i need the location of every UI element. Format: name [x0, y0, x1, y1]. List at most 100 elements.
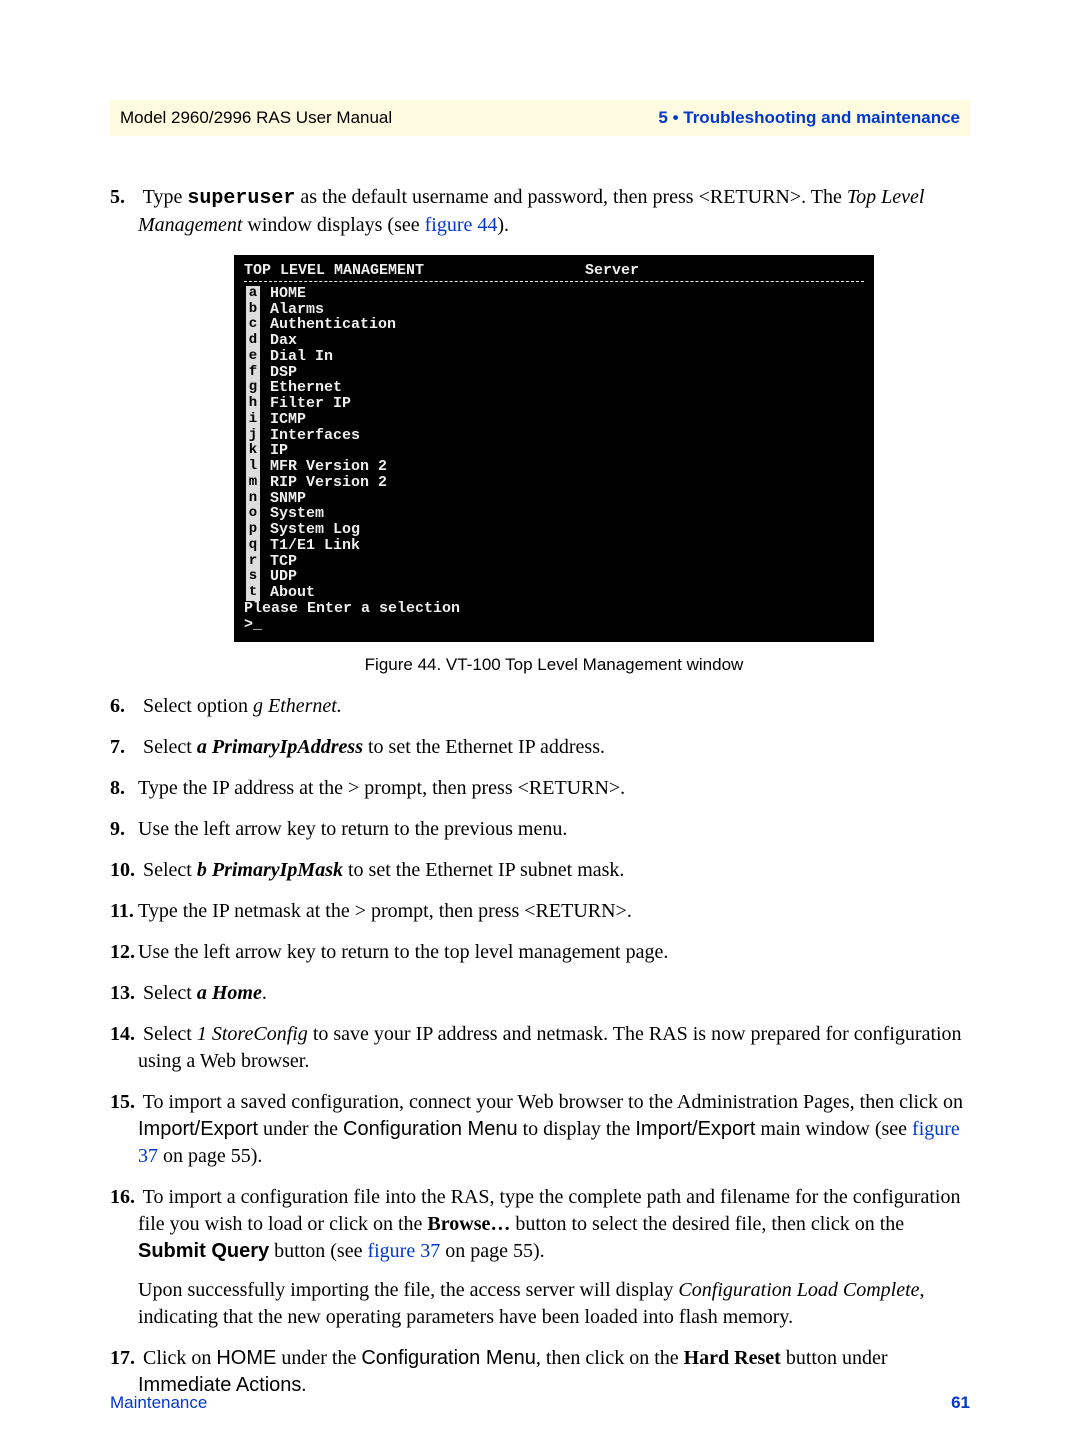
text: Select	[143, 736, 197, 758]
step-11: Type the IP netmask at the > prompt, the…	[110, 898, 970, 925]
term-menu-label: System Log	[270, 522, 360, 538]
step-14: Select 1 StoreConfig to save your IP add…	[110, 1021, 970, 1075]
text: main window (see	[755, 1118, 912, 1140]
page: Model 2960/2996 RAS User Manual 5 • Trou…	[0, 0, 1080, 1453]
term-menu-item: g Ethernet	[246, 380, 864, 396]
page-number: 61	[951, 1393, 970, 1413]
term-menu-item: kIP	[246, 443, 864, 459]
term-menu-label: HOME	[270, 286, 306, 302]
ui-label: Configuration Menu	[343, 1118, 518, 1140]
term-menu-label: Authentication	[270, 317, 396, 333]
term-menu-item: mRIP Version 2	[246, 475, 864, 491]
term-menu-key: i	[246, 412, 260, 428]
term-menu-item: bAlarms	[246, 302, 864, 318]
term-menu-items: aHOMEbAlarmscAuthenticationdDaxeDial Inf…	[246, 286, 864, 601]
text: , then click on the	[536, 1347, 684, 1369]
section-title: 5 • Troubleshooting and maintenance	[658, 108, 960, 128]
emph: 1 StoreConfig	[197, 1023, 308, 1045]
term-prompt-cursor: >_	[244, 617, 864, 633]
emph: g Ethernet.	[253, 695, 342, 717]
bold: Hard Reset	[684, 1347, 781, 1369]
emph-bold: b PrimaryIpMask	[197, 859, 343, 881]
emph-bold: a PrimaryIpAddress	[197, 736, 363, 758]
term-prompt-line: Please Enter a selection	[244, 601, 864, 617]
bold-ui: Submit Query	[138, 1240, 269, 1262]
figure-44: TOP LEVEL MANAGEMENT Server aHOMEbAlarms…	[138, 255, 970, 677]
text: on page 55).	[158, 1145, 262, 1167]
term-menu-key: q	[246, 538, 260, 554]
text: To import a saved configuration, connect…	[143, 1091, 963, 1113]
term-menu-key: e	[246, 349, 260, 365]
term-menu-item: n SNMP	[246, 491, 864, 507]
term-menu-item: s UDP	[246, 569, 864, 585]
emph-bold: a Home	[197, 982, 262, 1004]
term-menu-item: oSystem	[246, 506, 864, 522]
vt100-terminal: TOP LEVEL MANAGEMENT Server aHOMEbAlarms…	[234, 255, 874, 642]
term-menu-key: d	[246, 333, 260, 349]
term-menu-label: SNMP	[270, 491, 306, 507]
term-menu-item: c Authentication	[246, 317, 864, 333]
term-menu-item: r TCP	[246, 554, 864, 570]
text: Select	[143, 1023, 197, 1045]
text: Select	[143, 982, 197, 1004]
text: Type the IP netmask at the > prompt, the…	[138, 900, 632, 922]
text: to set the Ethernet IP address.	[363, 736, 605, 758]
text: Select option	[143, 695, 253, 717]
term-menu-key: n	[246, 491, 260, 507]
text: window displays (see	[242, 214, 424, 236]
term-menu-item: e Dial In	[246, 349, 864, 365]
term-menu-key: g	[246, 380, 260, 396]
page-footer: Maintenance 61	[110, 1393, 970, 1413]
term-menu-item: l MFR Version 2	[246, 459, 864, 475]
text: to display the	[518, 1118, 636, 1140]
text: button to select the desired file, then …	[510, 1213, 904, 1235]
term-menu-label: TCP	[270, 554, 297, 570]
manual-title: Model 2960/2996 RAS User Manual	[120, 108, 392, 128]
term-menu-item: p System Log	[246, 522, 864, 538]
ui-label: Configuration Menu	[361, 1347, 536, 1369]
text: Select	[143, 859, 197, 881]
term-menu-key: c	[246, 317, 260, 333]
step-5: Type superuser as the default username a…	[110, 184, 970, 677]
page-header: Model 2960/2996 RAS User Manual 5 • Trou…	[110, 100, 970, 136]
text: as the default username and password, th…	[295, 186, 847, 208]
term-menu-key: p	[246, 522, 260, 538]
step-8: Type the IP address at the > prompt, the…	[110, 775, 970, 802]
step-13: Select a Home.	[110, 980, 970, 1007]
step-9: Use the left arrow key to return to the …	[110, 816, 970, 843]
text: to set the Ethernet IP subnet mask.	[343, 859, 624, 881]
term-menu-label: MFR Version 2	[270, 459, 387, 475]
step-6: Select option g Ethernet.	[110, 693, 970, 720]
term-menu-key: f	[246, 365, 260, 381]
code-superuser: superuser	[187, 187, 295, 210]
term-menu-key: l	[246, 459, 260, 475]
figure-link-37b[interactable]: figure 37	[367, 1240, 440, 1262]
ui-label: HOME	[216, 1347, 276, 1369]
term-menu-label: ICMP	[270, 412, 306, 428]
term-menu-label: About	[270, 585, 315, 601]
step-10: Select b PrimaryIpMask to set the Ethern…	[110, 857, 970, 884]
text: Type the IP address at the > prompt, the…	[138, 777, 625, 799]
term-menu-key: s	[246, 569, 260, 585]
figure-link-44[interactable]: figure 44	[425, 214, 498, 236]
bold: Browse…	[427, 1213, 510, 1235]
term-menu-label: Dial In	[270, 349, 333, 365]
term-menu-key: j	[246, 428, 260, 444]
term-menu-label: T1/E1 Link	[270, 538, 360, 554]
term-menu-label: Ethernet	[270, 380, 342, 396]
term-title-right: Server	[585, 263, 639, 279]
text: .	[262, 982, 267, 1004]
term-menu-item: dDax	[246, 333, 864, 349]
text: button under	[781, 1347, 888, 1369]
term-menu-key: b	[246, 302, 260, 318]
emph: Configuration Load Complete	[678, 1279, 919, 1301]
term-menu-item: q T1/E1 Link	[246, 538, 864, 554]
term-menu-key: r	[246, 554, 260, 570]
term-menu-label: Interfaces	[270, 428, 360, 444]
figure-44-caption: Figure 44. VT-100 Top Level Management w…	[138, 654, 970, 677]
text: Click on	[143, 1347, 216, 1369]
text: Type	[143, 186, 188, 208]
term-title-left: TOP LEVEL MANAGEMENT	[244, 263, 585, 279]
term-menu-label: UDP	[270, 569, 297, 585]
text: Use the left arrow key to return to the …	[138, 941, 668, 963]
